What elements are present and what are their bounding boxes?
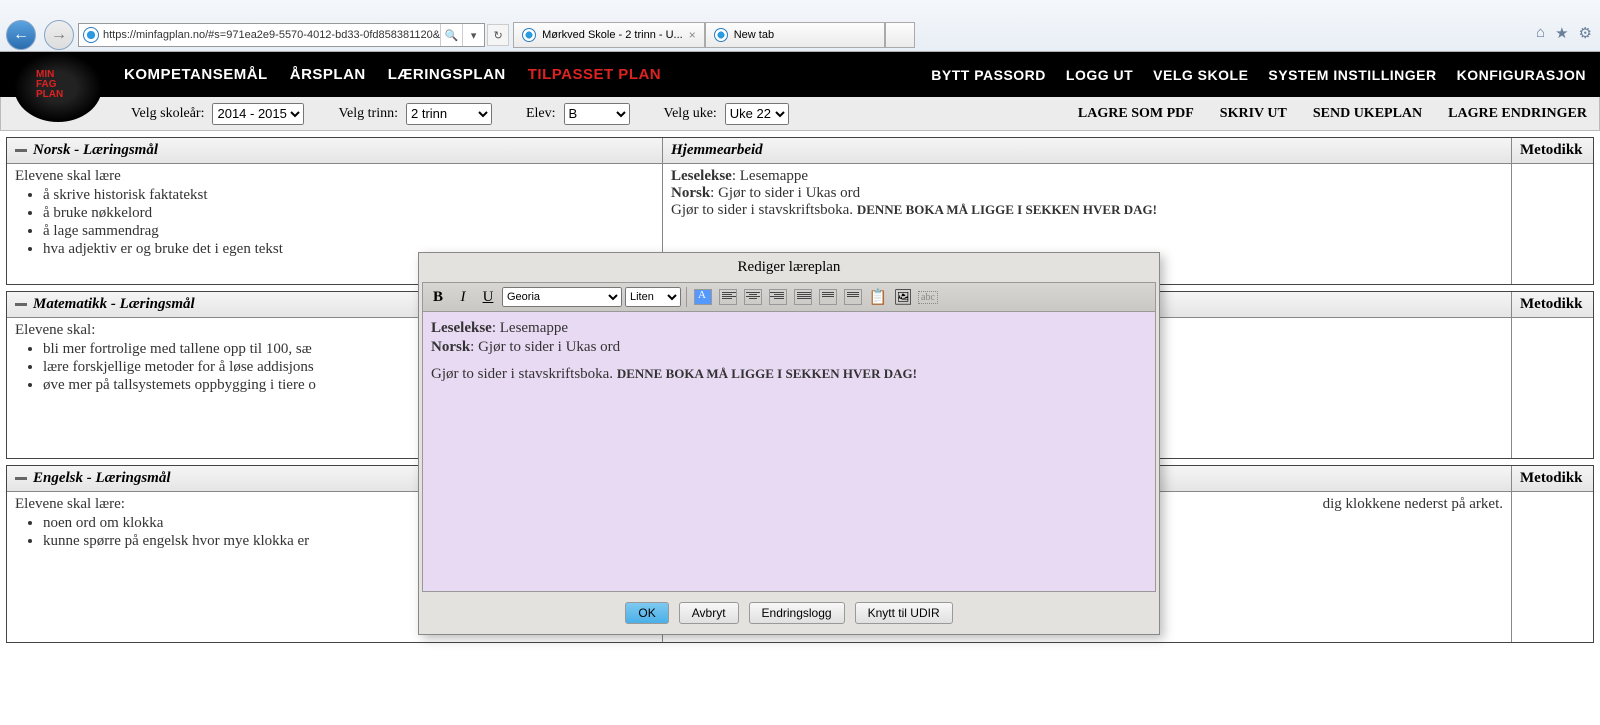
intro: Elevene skal lære xyxy=(15,168,654,185)
engelsk-metodikk[interactable] xyxy=(1511,492,1593,642)
label: Leselekse xyxy=(671,168,732,184)
image-button[interactable]: 🖼 xyxy=(892,286,914,308)
ordered-list-button[interactable] xyxy=(817,286,839,308)
font-select[interactable]: Georia xyxy=(502,287,622,307)
collapse-icon[interactable] xyxy=(15,477,27,480)
favicon-icon xyxy=(714,28,728,42)
collapse-icon[interactable] xyxy=(15,303,27,306)
refresh-button[interactable]: ↻ xyxy=(487,24,509,46)
paste-button[interactable]: 📋 xyxy=(867,286,889,308)
favicon-icon xyxy=(522,28,536,42)
uke-label: Velg uke: xyxy=(664,106,717,122)
panel-title: Engelsk - Læringsmål xyxy=(33,470,171,486)
text: : Lesemappe xyxy=(492,320,568,336)
nav-laeringsplan[interactable]: LÆRINGSPLAN xyxy=(388,66,506,83)
tab-close-icon[interactable]: × xyxy=(689,28,696,42)
nav-bytt-passord[interactable]: BYTT PASSORD xyxy=(931,67,1046,83)
hjemmearbeid-header: Hjemmearbeid xyxy=(663,138,1511,163)
text-bold: DENNE BOKA MÅ LIGGE I SEKKEN HVER DAG! xyxy=(857,202,1157,217)
skriv-ut-button[interactable]: SKRIV UT xyxy=(1220,106,1287,122)
text-bold: DENNE BOKA MÅ LIGGE I SEKKEN HVER DAG! xyxy=(617,366,917,381)
tab-new[interactable]: New tab xyxy=(705,22,885,48)
text: : Lesemappe xyxy=(732,168,808,184)
editor-toolbar: B I U Georia Liten 📋 🖼 abc xyxy=(422,282,1156,312)
tab-title: Mørkved Skole - 2 trinn - U... xyxy=(542,29,683,41)
forward-button[interactable]: → xyxy=(44,20,74,50)
panel-title: Matematikk - Læringsmål xyxy=(33,296,195,312)
underline-button[interactable]: U xyxy=(477,286,499,308)
nav-logg-ut[interactable]: LOGG UT xyxy=(1066,67,1133,83)
editor-textarea[interactable]: Leselekse: Lesemappe Norsk: Gjør to side… xyxy=(422,312,1156,592)
panel-title: Norsk - Læringsmål xyxy=(33,142,158,158)
italic-button[interactable]: I xyxy=(452,286,474,308)
list-item: å lage sammendrag xyxy=(43,223,654,240)
norsk-metodikk[interactable] xyxy=(1511,164,1593,284)
logo xyxy=(14,52,102,122)
trinn-select[interactable]: 2 trinn xyxy=(406,103,492,125)
tab-title: New tab xyxy=(734,29,774,41)
edit-modal: Rediger læreplan B I U Georia Liten 📋 🖼 … xyxy=(418,252,1160,635)
matte-metodikk[interactable] xyxy=(1511,318,1593,458)
address-bar[interactable]: https://minfagplan.no/#s=971ea2e9-5570-4… xyxy=(78,23,485,47)
favorites-icon[interactable]: ★ xyxy=(1555,24,1568,42)
uke-select[interactable]: Uke 22 xyxy=(725,103,789,125)
metodikk-header: Metodikk xyxy=(1511,292,1593,317)
list-item: å bruke nøkkelord xyxy=(43,205,654,222)
size-select[interactable]: Liten xyxy=(625,287,681,307)
list-item: å skrive historisk faktatekst xyxy=(43,187,654,204)
link-udir-button[interactable]: Knytt til UDIR xyxy=(855,602,953,624)
text: : Gjør to sider i Ukas ord xyxy=(470,339,620,355)
align-left-button[interactable] xyxy=(717,286,739,308)
app-header: KOMPETANSEMÅL ÅRSPLAN LÆRINGSPLAN TILPAS… xyxy=(0,52,1600,97)
nav-tilpasset[interactable]: TILPASSET PLAN xyxy=(528,66,661,83)
lagre-pdf-button[interactable]: LAGRE SOM PDF xyxy=(1078,106,1194,122)
search-icon[interactable]: 🔍 xyxy=(440,24,462,46)
clear-format-button[interactable]: abc xyxy=(917,286,939,308)
nav-velg-skole[interactable]: VELG SKOLE xyxy=(1153,67,1248,83)
ok-button[interactable]: OK xyxy=(625,602,668,624)
metodikk-header: Metodikk xyxy=(1511,138,1593,163)
nav-konfigurasjon[interactable]: KONFIGURASJON xyxy=(1457,67,1586,83)
new-tab-button[interactable] xyxy=(885,22,915,48)
nav-kompetansemal[interactable]: KOMPETANSEMÅL xyxy=(124,66,268,83)
nav-arsplan[interactable]: ÅRSPLAN xyxy=(290,66,366,83)
text-color-button[interactable] xyxy=(692,286,714,308)
bold-button[interactable]: B xyxy=(427,286,449,308)
lagre-endringer-button[interactable]: LAGRE ENDRINGER xyxy=(1448,106,1587,122)
tab-active[interactable]: Mørkved Skole - 2 trinn - U... × xyxy=(513,22,705,48)
url-text: https://minfagplan.no/#s=971ea2e9-5570-4… xyxy=(103,29,440,41)
browser-toolbar: ← → https://minfagplan.no/#s=971ea2e9-55… xyxy=(0,0,1600,52)
cancel-button[interactable]: Avbryt xyxy=(679,602,739,624)
year-select[interactable]: 2014 - 2015 xyxy=(212,103,304,125)
unordered-list-button[interactable] xyxy=(842,286,864,308)
text: Gjør to sider i stavskriftsboka. xyxy=(671,202,857,218)
align-center-button[interactable] xyxy=(742,286,764,308)
align-justify-button[interactable] xyxy=(792,286,814,308)
year-label: Velg skoleår: xyxy=(131,106,204,122)
text: Leselekse xyxy=(431,320,492,336)
home-icon[interactable]: ⌂ xyxy=(1536,24,1545,42)
send-ukeplan-button[interactable]: SEND UKEPLAN xyxy=(1313,106,1422,122)
back-button[interactable]: ← xyxy=(6,20,36,50)
metodikk-header: Metodikk xyxy=(1511,466,1593,491)
text: : Gjør to sider i Ukas ord xyxy=(710,185,860,201)
modal-title: Rediger læreplan xyxy=(419,253,1159,282)
trinn-label: Velg trinn: xyxy=(338,106,398,122)
dropdown-icon[interactable]: ▾ xyxy=(462,24,484,46)
text: Gjør to sider i stavskriftsboka. xyxy=(431,366,617,382)
collapse-icon[interactable] xyxy=(15,149,27,152)
changelog-button[interactable]: Endringslogg xyxy=(749,602,845,624)
elev-label: Elev: xyxy=(526,106,556,122)
text: Norsk xyxy=(431,339,470,355)
settings-icon[interactable]: ⚙ xyxy=(1579,24,1592,42)
align-right-button[interactable] xyxy=(767,286,789,308)
filter-bar: Velg skoleår: 2014 - 2015 Velg trinn: 2 … xyxy=(0,97,1600,131)
nav-system-instillinger[interactable]: SYSTEM INSTILLINGER xyxy=(1268,67,1436,83)
elev-select[interactable]: B xyxy=(564,103,630,125)
label: Norsk xyxy=(671,185,710,201)
ie-icon xyxy=(83,27,99,43)
